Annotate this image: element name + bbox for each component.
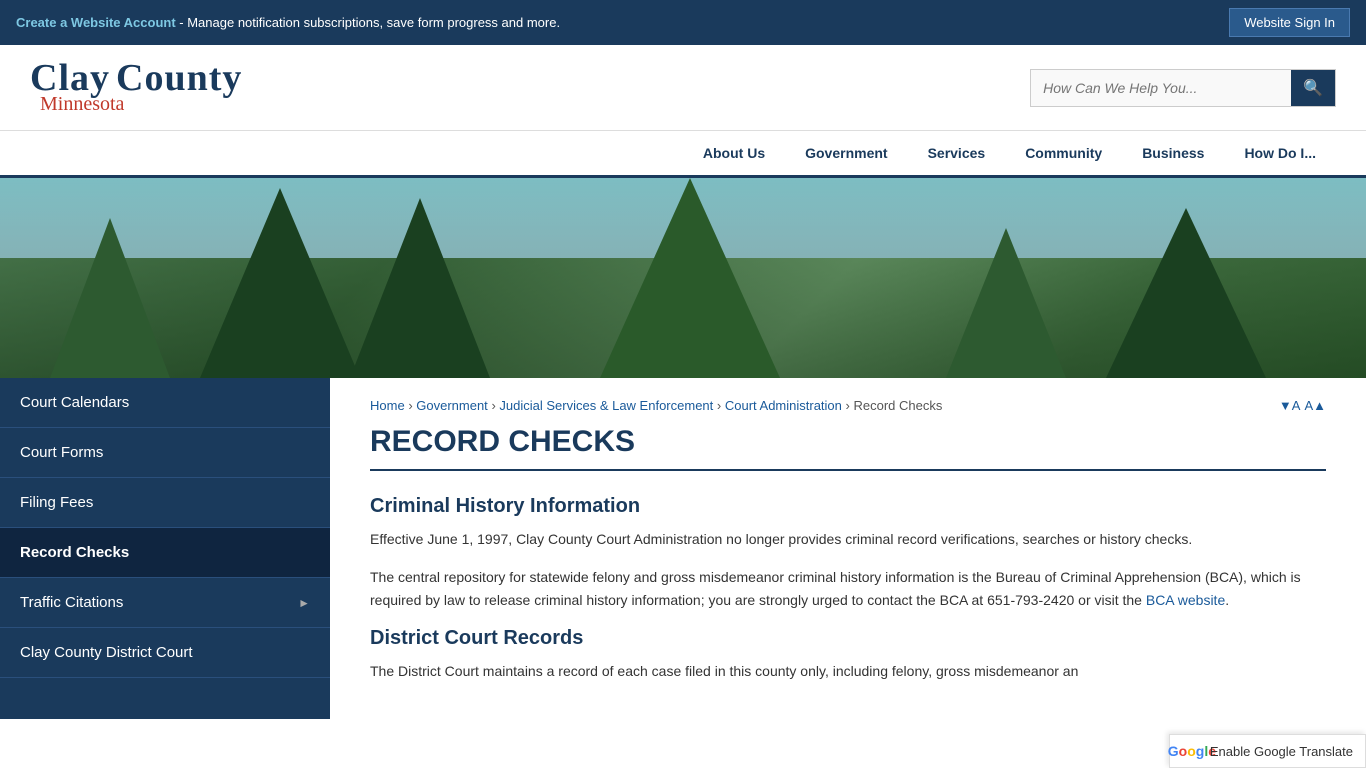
top-bar-text: - Manage notification subscriptions, sav…	[179, 15, 560, 30]
logo-clay: Clay	[30, 59, 110, 97]
sidebar-item-label: Traffic Citations	[20, 594, 123, 611]
logo: Clay County Minnesota	[30, 59, 242, 116]
breadcrumb-path: Home › Government › Judicial Services & …	[370, 398, 942, 413]
breadcrumb-home[interactable]: Home	[370, 398, 405, 413]
sidebar-item-traffic-citations[interactable]: Traffic Citations ►	[0, 578, 330, 628]
nav-business[interactable]: Business	[1122, 131, 1224, 175]
hero-image	[0, 178, 1366, 378]
nav-government[interactable]: Government	[785, 131, 907, 175]
top-bar-message: Create a Website Account - Manage notifi…	[16, 15, 560, 30]
section-text-criminal-1: Effective June 1, 1997, Clay County Cour…	[370, 528, 1326, 550]
section-title-criminal: Criminal History Information	[370, 495, 1326, 518]
page-title: Record Checks	[370, 425, 1326, 471]
section-text-district-1: The District Court maintains a record of…	[370, 660, 1326, 682]
breadcrumb-sep: ›	[717, 398, 725, 413]
main-nav: About Us Government Services Community B…	[0, 131, 1366, 178]
font-increase-button[interactable]: A▲	[1304, 398, 1326, 413]
bca-website-link[interactable]: BCA website	[1146, 592, 1225, 608]
translate-bar[interactable]: Google Enable Google Translate	[1169, 734, 1366, 768]
sidebar-item-label: Clay County District Court	[20, 644, 193, 661]
nav-about-us[interactable]: About Us	[683, 131, 785, 175]
sidebar-item-court-forms[interactable]: Court Forms	[0, 428, 330, 478]
create-account-link[interactable]: Create a Website Account	[16, 15, 176, 30]
nav-community[interactable]: Community	[1005, 131, 1122, 175]
search-area: 🔍	[1030, 69, 1336, 107]
nav-how-do-i[interactable]: How Do I...	[1224, 131, 1336, 175]
search-button[interactable]: 🔍	[1291, 70, 1335, 106]
search-input[interactable]	[1031, 72, 1291, 104]
sidebar: Court Calendars Court Forms Filing Fees …	[0, 378, 330, 719]
section-title-district: District Court Records	[370, 627, 1326, 650]
logo-minnesota: Minnesota	[40, 93, 242, 116]
sidebar-item-record-checks[interactable]: Record Checks	[0, 528, 330, 578]
content-area: Court Calendars Court Forms Filing Fees …	[0, 378, 1366, 719]
sign-in-button[interactable]: Website Sign In	[1229, 8, 1350, 37]
google-icon: Google	[1182, 741, 1202, 761]
search-box: 🔍	[1030, 69, 1336, 107]
translate-label: Enable Google Translate	[1210, 744, 1353, 759]
main-content: Home › Government › Judicial Services & …	[330, 378, 1366, 719]
sidebar-item-label: Court Calendars	[20, 394, 129, 411]
sidebar-item-district-court[interactable]: Clay County District Court	[0, 628, 330, 678]
breadcrumb-court-admin[interactable]: Court Administration	[725, 398, 842, 413]
sidebar-item-label: Filing Fees	[20, 494, 93, 511]
font-controls: ▼A A▲	[1279, 398, 1326, 413]
sidebar-item-label: Record Checks	[20, 544, 129, 561]
sidebar-item-label: Court Forms	[20, 444, 103, 461]
section-text-criminal-2: The central repository for statewide fel…	[370, 566, 1326, 611]
breadcrumb-current: Record Checks	[853, 398, 942, 413]
expand-arrow-icon: ►	[298, 596, 310, 610]
sidebar-item-filing-fees[interactable]: Filing Fees	[0, 478, 330, 528]
breadcrumb-judicial[interactable]: Judicial Services & Law Enforcement	[499, 398, 713, 413]
breadcrumb-government[interactable]: Government	[416, 398, 488, 413]
font-decrease-button[interactable]: ▼A	[1279, 398, 1301, 413]
site-header: Clay County Minnesota 🔍	[0, 45, 1366, 131]
breadcrumb: Home › Government › Judicial Services & …	[370, 398, 1326, 413]
logo-county: County	[116, 59, 242, 97]
sidebar-item-court-calendars[interactable]: Court Calendars	[0, 378, 330, 428]
top-bar: Create a Website Account - Manage notifi…	[0, 0, 1366, 45]
nav-services[interactable]: Services	[908, 131, 1006, 175]
